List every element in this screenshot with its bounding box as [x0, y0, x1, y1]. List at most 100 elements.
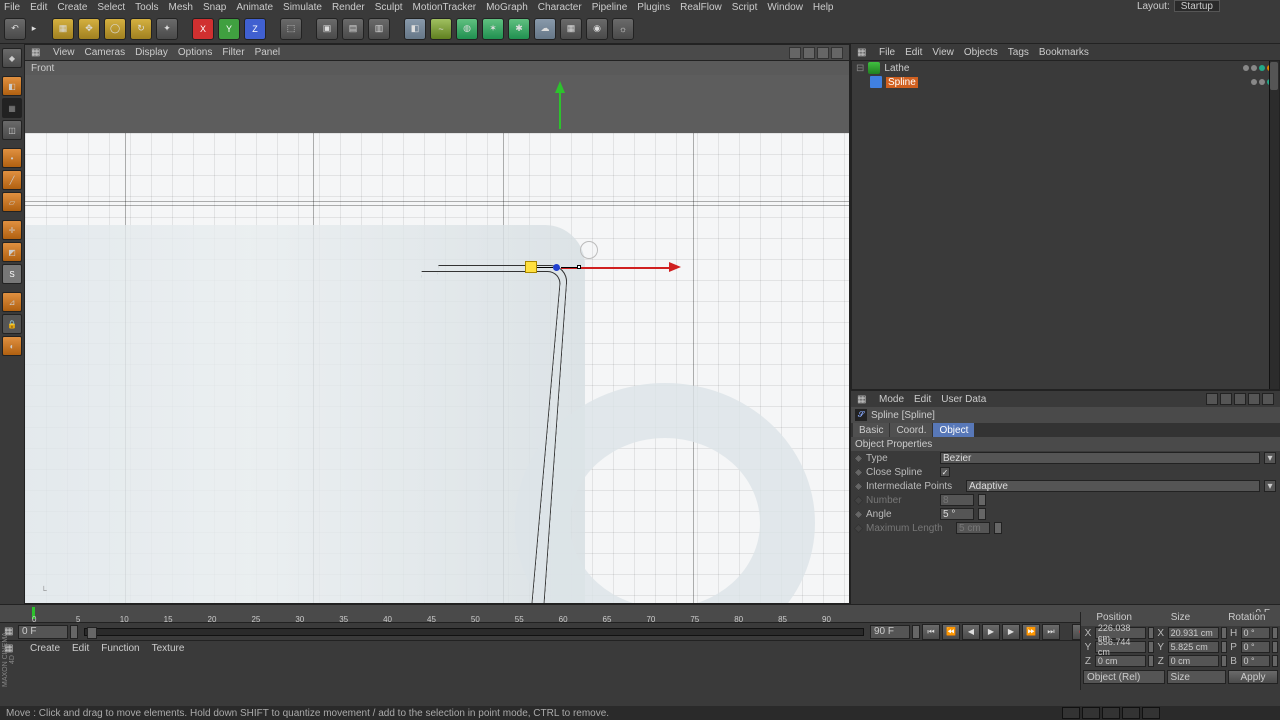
vp-menu-panel[interactable]: Panel	[255, 47, 281, 58]
next-frame-button[interactable]: ▶	[1002, 624, 1020, 640]
live-select-button[interactable]: ▦	[52, 18, 74, 40]
vp-menu-view[interactable]: View	[53, 47, 75, 58]
am-menu-userdata[interactable]: User Data	[941, 394, 986, 405]
menu-window[interactable]: Window	[767, 2, 803, 13]
axis-y-gizmo[interactable]	[559, 93, 561, 129]
size-mode-dropdown[interactable]: Size	[1167, 670, 1226, 684]
vp-menu-cameras[interactable]: Cameras	[85, 47, 126, 58]
am-menu-edit[interactable]: Edit	[914, 394, 931, 405]
tree-item-label[interactable]: Spline	[886, 77, 918, 88]
om-menu-objects[interactable]: Objects	[964, 47, 998, 58]
spinner-icon[interactable]	[1221, 641, 1227, 653]
spline-path-outer[interactable]	[412, 265, 569, 603]
close-spline-checkbox[interactable]: ✓	[940, 467, 950, 477]
coord-system-button[interactable]: ⬚	[280, 18, 302, 40]
tangent-handle-right[interactable]	[577, 265, 581, 269]
type-dropdown[interactable]: Bezier	[940, 452, 1260, 464]
menu-select[interactable]: Select	[97, 2, 125, 13]
spinner-icon[interactable]	[1272, 655, 1278, 667]
spinner-icon[interactable]	[912, 625, 920, 639]
redo-button[interactable]: ▸	[30, 18, 38, 40]
mat-menu-edit[interactable]: Edit	[72, 643, 89, 654]
spinner-icon[interactable]	[1272, 641, 1278, 653]
normals-button[interactable]: ⊿	[2, 292, 22, 312]
environment-button[interactable]: ☁	[534, 18, 556, 40]
menu-plugins[interactable]: Plugins	[637, 2, 670, 13]
am-menu-mode[interactable]: Mode	[879, 394, 904, 405]
cube-primitive-button[interactable]: ◧	[404, 18, 426, 40]
control-point[interactable]	[553, 264, 560, 271]
polys-mode-button[interactable]: ▱	[2, 192, 22, 212]
attrib-up-button[interactable]	[1234, 393, 1246, 405]
anim-diamond-icon[interactable]	[854, 481, 864, 491]
vp-menu-filter[interactable]: Filter	[222, 47, 244, 58]
play-button[interactable]: ▶	[982, 624, 1000, 640]
spinner-icon[interactable]	[1148, 641, 1154, 653]
menu-render[interactable]: Render	[332, 2, 365, 13]
undo-button[interactable]: ↶	[4, 18, 26, 40]
menu-help[interactable]: Help	[813, 2, 834, 13]
layout-value[interactable]: Startup	[1174, 0, 1220, 12]
om-menu-bookmarks[interactable]: Bookmarks	[1039, 47, 1089, 58]
menu-mograph[interactable]: MoGraph	[486, 2, 528, 13]
menu-tools[interactable]: Tools	[135, 2, 158, 13]
size-z-field[interactable]: 0 cm	[1168, 655, 1219, 667]
menu-mesh[interactable]: Mesh	[169, 2, 193, 13]
spinner-icon[interactable]	[70, 625, 78, 639]
interp-dropdown[interactable]: Adaptive	[966, 480, 1260, 492]
spinner-icon[interactable]	[978, 508, 986, 520]
tab-coord[interactable]: Coord.	[890, 423, 932, 437]
spline-pen-button[interactable]: ~	[430, 18, 452, 40]
menu-file[interactable]: File	[4, 2, 20, 13]
viewport-canvas[interactable]: └	[25, 75, 849, 603]
menu-edit[interactable]: Edit	[30, 2, 47, 13]
rot-b-field[interactable]: 0 °	[1241, 655, 1271, 667]
lock-x-axis-button[interactable]: X	[192, 18, 214, 40]
selected-point[interactable]	[525, 261, 537, 273]
coord-mode-dropdown[interactable]: Object (Rel)	[1083, 670, 1165, 684]
mat-menu-texture[interactable]: Texture	[152, 643, 185, 654]
tree-scrollbar[interactable]	[1269, 61, 1279, 389]
slider-thumb[interactable]	[87, 627, 97, 639]
angle-field[interactable]: 5 °	[940, 508, 974, 520]
spinner-icon[interactable]	[1272, 627, 1278, 639]
tweaks-mode-button[interactable]: ◩	[2, 242, 22, 262]
om-menu-view[interactable]: View	[932, 47, 954, 58]
render-settings-button[interactable]: ▤	[342, 18, 364, 40]
mat-menu-create[interactable]: Create	[30, 643, 60, 654]
vp-zoom-icon[interactable]	[803, 47, 815, 59]
rot-p-field[interactable]: 0 °	[1241, 641, 1271, 653]
snap-toggle-button[interactable]: S	[2, 264, 22, 284]
move-button[interactable]: ✥	[78, 18, 100, 40]
deformer-button[interactable]: ✱	[508, 18, 530, 40]
menu-snap[interactable]: Snap	[203, 2, 226, 13]
bezier-tangent-left[interactable]	[537, 267, 553, 268]
render-view-button[interactable]: ▣	[316, 18, 338, 40]
model-mode-button[interactable]: ◧	[2, 76, 22, 96]
scale-button[interactable]: ◯	[104, 18, 126, 40]
next-key-button[interactable]: ⏩	[1022, 624, 1040, 640]
generator-button[interactable]: ✶	[482, 18, 504, 40]
soft-select-button[interactable]: ◐	[2, 336, 22, 356]
lock-z-axis-button[interactable]: Z	[244, 18, 266, 40]
spinner-icon[interactable]	[1148, 655, 1154, 667]
mat-menu-function[interactable]: Function	[101, 643, 139, 654]
goto-end-button[interactable]: ⏭	[1042, 624, 1060, 640]
spinner-icon[interactable]	[1221, 655, 1227, 667]
end-frame-field[interactable]: 90 F	[870, 625, 910, 639]
axis-y-arrow-icon[interactable]	[555, 81, 565, 93]
tree-row-spline[interactable]: Spline	[852, 75, 1279, 89]
vp-maximize-icon[interactable]	[831, 47, 843, 59]
dropdown-arrow-icon[interactable]: ▾	[1264, 452, 1276, 464]
menu-pipeline[interactable]: Pipeline	[592, 2, 628, 13]
anim-diamond-icon[interactable]	[854, 467, 864, 477]
lock-button[interactable]: 🔒	[2, 314, 22, 334]
vp-menu-display[interactable]: Display	[135, 47, 168, 58]
vp-menu-options[interactable]: Options	[178, 47, 212, 58]
attrib-back-button[interactable]	[1206, 393, 1218, 405]
menu-sculpt[interactable]: Sculpt	[375, 2, 403, 13]
layout-selector[interactable]: Layout: Startup	[1137, 0, 1220, 12]
vp-orbit-icon[interactable]	[817, 47, 829, 59]
menu-simulate[interactable]: Simulate	[283, 2, 322, 13]
menu-motiontracker[interactable]: MotionTracker	[413, 2, 477, 13]
